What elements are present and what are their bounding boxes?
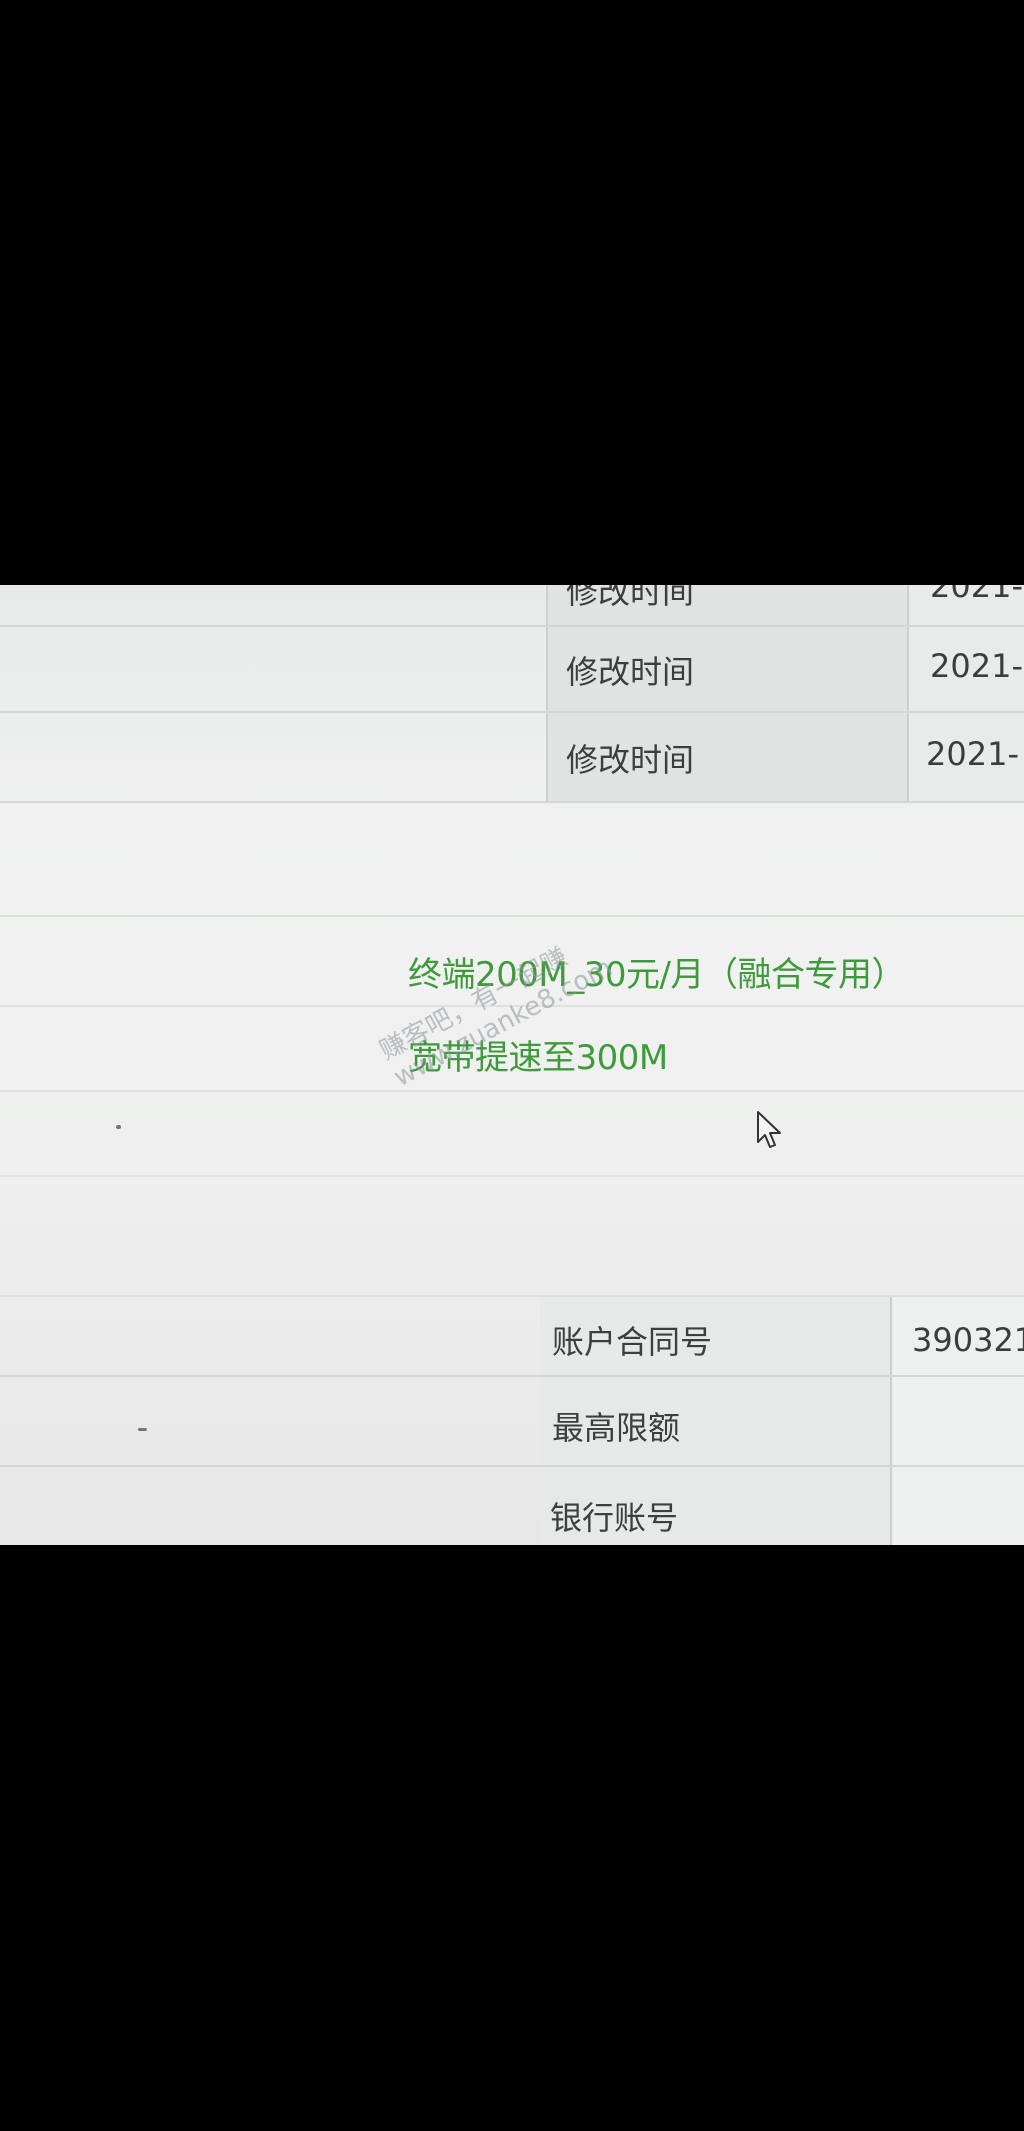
top-table-row-border: [0, 711, 1024, 713]
list-row-border: [0, 1090, 1024, 1092]
mouse-pointer-icon: [756, 1110, 786, 1158]
modified-time-label: 修改时间: [566, 741, 695, 779]
top-table-row-border: [0, 801, 1024, 803]
account-contract-no-value: 390321: [912, 1321, 1024, 1359]
account-table-row-border: [0, 1375, 1024, 1377]
list-row-border: [0, 915, 1024, 917]
modified-time-value: 2021-: [930, 585, 1023, 605]
bank-account-label: 银行账号: [550, 1499, 679, 1537]
max-limit-label: 最高限额: [552, 1409, 681, 1447]
modified-time-value: 2021-: [930, 647, 1023, 685]
top-table-row-border: [0, 625, 1024, 627]
account-table-row-border: [0, 1465, 1024, 1467]
top-table-divider: [546, 585, 548, 803]
account-table-divider: [890, 1297, 892, 1545]
list-row-border: [0, 1175, 1024, 1177]
modified-time-value: 2021-: [926, 735, 1019, 773]
screen-speck: [138, 1428, 147, 1431]
modified-time-label: 修改时间: [566, 585, 695, 611]
account-contract-no-label: 账户合同号: [552, 1323, 713, 1361]
photographed-screen: 修改时间 2021- 修改时间 2021- 修改时间 2021- 终端200M_…: [0, 585, 1024, 1545]
screen-speck: [116, 1125, 121, 1129]
modified-time-label: 修改时间: [566, 653, 695, 691]
top-table-divider: [907, 585, 909, 803]
